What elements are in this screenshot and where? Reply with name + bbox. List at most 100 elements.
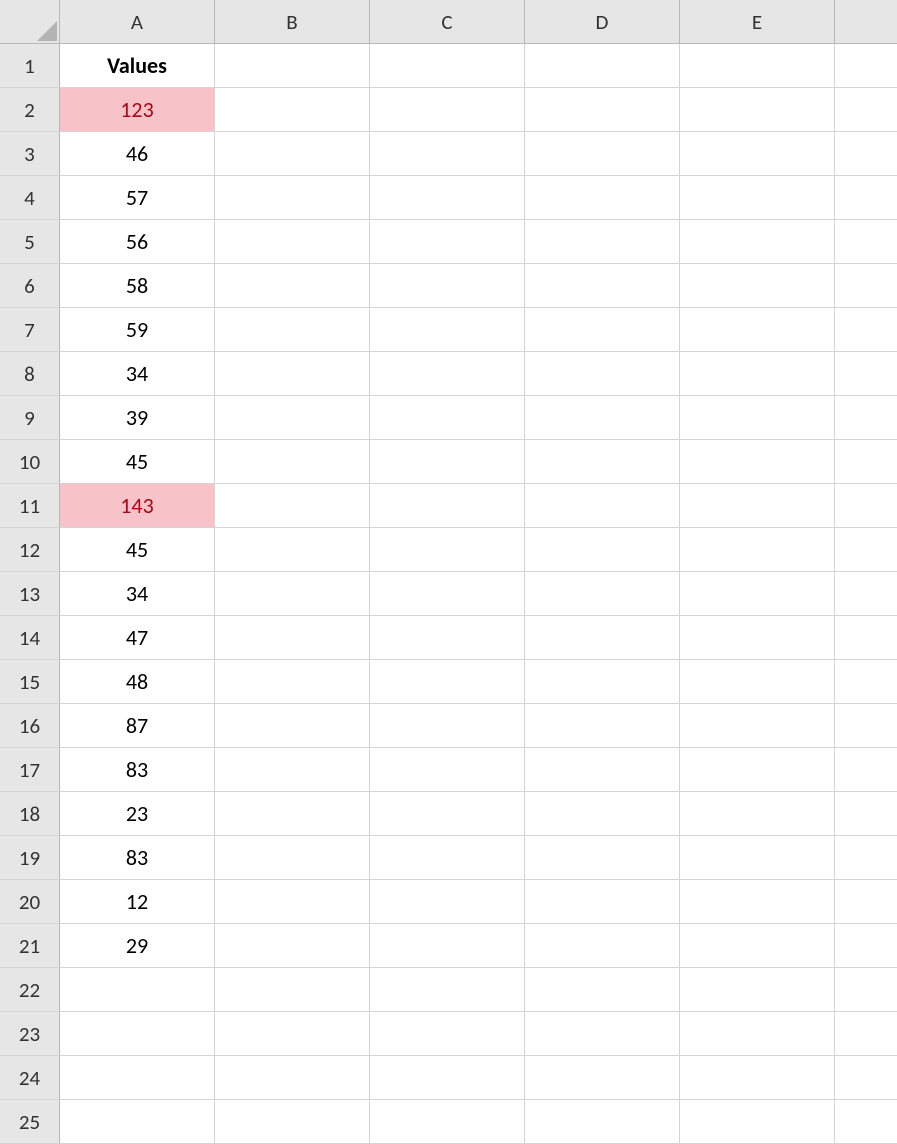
cell-E2[interactable] [680,88,835,132]
cell-B12[interactable] [215,528,370,572]
cell-D10[interactable] [525,440,680,484]
cell-F10[interactable] [835,440,897,484]
cell-F23[interactable] [835,1012,897,1056]
cell-B2[interactable] [215,88,370,132]
cell-D21[interactable] [525,924,680,968]
cell-E17[interactable] [680,748,835,792]
cell-D12[interactable] [525,528,680,572]
row-header-21[interactable]: 21 [0,924,60,968]
row-header-24[interactable]: 24 [0,1056,60,1100]
column-header-F[interactable]: F [835,0,897,44]
cell-B6[interactable] [215,264,370,308]
cell-A8[interactable]: 34 [60,352,215,396]
cell-E4[interactable] [680,176,835,220]
cell-F19[interactable] [835,836,897,880]
cell-C4[interactable] [370,176,525,220]
cell-C6[interactable] [370,264,525,308]
row-header-16[interactable]: 16 [0,704,60,748]
row-header-6[interactable]: 6 [0,264,60,308]
cell-A19[interactable]: 83 [60,836,215,880]
cell-F22[interactable] [835,968,897,1012]
cell-C2[interactable] [370,88,525,132]
cell-B9[interactable] [215,396,370,440]
cell-C14[interactable] [370,616,525,660]
cell-C21[interactable] [370,924,525,968]
cell-B14[interactable] [215,616,370,660]
row-header-3[interactable]: 3 [0,132,60,176]
cell-B16[interactable] [215,704,370,748]
cell-D18[interactable] [525,792,680,836]
column-header-B[interactable]: B [215,0,370,44]
row-header-7[interactable]: 7 [0,308,60,352]
cell-F12[interactable] [835,528,897,572]
cell-E11[interactable] [680,484,835,528]
cell-A2[interactable]: 123 [60,88,215,132]
row-header-2[interactable]: 2 [0,88,60,132]
cell-D22[interactable] [525,968,680,1012]
cell-E24[interactable] [680,1056,835,1100]
cell-E25[interactable] [680,1100,835,1144]
cell-C11[interactable] [370,484,525,528]
cell-F3[interactable] [835,132,897,176]
cell-F1[interactable] [835,44,897,88]
cell-C10[interactable] [370,440,525,484]
cell-C18[interactable] [370,792,525,836]
cell-E1[interactable] [680,44,835,88]
cell-D4[interactable] [525,176,680,220]
cell-F11[interactable] [835,484,897,528]
row-header-10[interactable]: 10 [0,440,60,484]
cell-C3[interactable] [370,132,525,176]
cell-D25[interactable] [525,1100,680,1144]
row-header-15[interactable]: 15 [0,660,60,704]
cell-B5[interactable] [215,220,370,264]
spreadsheet-grid[interactable]: ABCDEF1Values212334645755665875983493910… [0,0,897,1144]
cell-D17[interactable] [525,748,680,792]
row-header-17[interactable]: 17 [0,748,60,792]
cell-A3[interactable]: 46 [60,132,215,176]
cell-A21[interactable]: 29 [60,924,215,968]
row-header-8[interactable]: 8 [0,352,60,396]
cell-C19[interactable] [370,836,525,880]
cell-C12[interactable] [370,528,525,572]
cell-E14[interactable] [680,616,835,660]
cell-E6[interactable] [680,264,835,308]
row-header-25[interactable]: 25 [0,1100,60,1144]
row-header-1[interactable]: 1 [0,44,60,88]
cell-A20[interactable]: 12 [60,880,215,924]
cell-A23[interactable] [60,1012,215,1056]
cell-B17[interactable] [215,748,370,792]
row-header-19[interactable]: 19 [0,836,60,880]
cell-C13[interactable] [370,572,525,616]
cell-E23[interactable] [680,1012,835,1056]
cell-E16[interactable] [680,704,835,748]
cell-A16[interactable]: 87 [60,704,215,748]
cell-F16[interactable] [835,704,897,748]
cell-E7[interactable] [680,308,835,352]
cell-A22[interactable] [60,968,215,1012]
cell-E12[interactable] [680,528,835,572]
cell-F18[interactable] [835,792,897,836]
cell-D20[interactable] [525,880,680,924]
cell-A24[interactable] [60,1056,215,1100]
cell-E22[interactable] [680,968,835,1012]
cell-C24[interactable] [370,1056,525,1100]
cell-F13[interactable] [835,572,897,616]
cell-B10[interactable] [215,440,370,484]
cell-F25[interactable] [835,1100,897,1144]
cell-F2[interactable] [835,88,897,132]
cell-A10[interactable]: 45 [60,440,215,484]
cell-E15[interactable] [680,660,835,704]
cell-B8[interactable] [215,352,370,396]
select-all-corner[interactable] [0,0,60,44]
cell-F4[interactable] [835,176,897,220]
cell-D24[interactable] [525,1056,680,1100]
column-header-D[interactable]: D [525,0,680,44]
cell-C17[interactable] [370,748,525,792]
cell-A4[interactable]: 57 [60,176,215,220]
cell-F21[interactable] [835,924,897,968]
cell-C9[interactable] [370,396,525,440]
cell-B19[interactable] [215,836,370,880]
cell-D13[interactable] [525,572,680,616]
cell-F20[interactable] [835,880,897,924]
row-header-4[interactable]: 4 [0,176,60,220]
